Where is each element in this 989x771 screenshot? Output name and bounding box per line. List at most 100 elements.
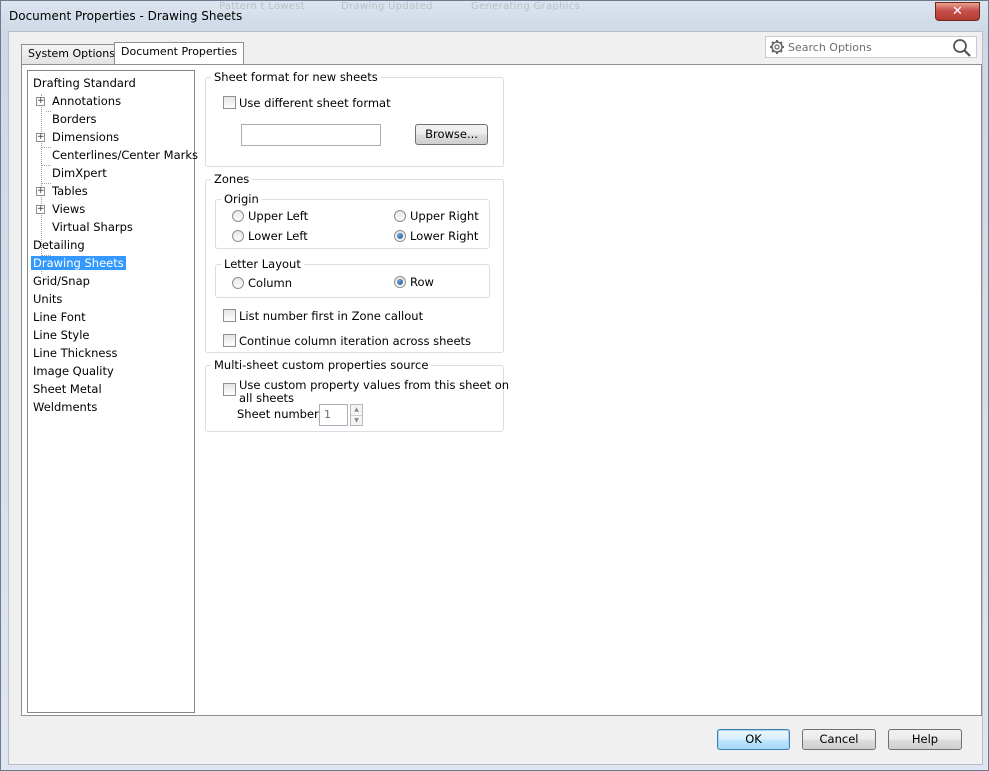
spin-down-icon[interactable]: ▼ [351, 415, 362, 425]
button-label: Cancel [819, 732, 859, 746]
tree-item-label: Grid/Snap [33, 274, 90, 288]
radio-label: Row [410, 275, 434, 289]
tree-connector [46, 111, 51, 112]
expand-icon[interactable]: + [36, 205, 45, 214]
tree-item-weldments[interactable]: Weldments [33, 399, 97, 415]
title-bar[interactable]: Document Properties - Drawing Sheets Pat… [1, 1, 988, 31]
column-radio[interactable] [232, 277, 244, 289]
search-input[interactable]: Search Options [765, 36, 977, 58]
background-text: Drawing Updated [341, 1, 433, 12]
cancel-button[interactable]: Cancel [802, 729, 876, 750]
browse-button[interactable]: Browse... [415, 124, 488, 145]
tree-item-image-quality[interactable]: Image Quality [33, 363, 114, 379]
tree-connector [41, 165, 51, 166]
expand-icon[interactable]: + [36, 97, 45, 106]
expand-icon[interactable]: + [36, 187, 45, 196]
help-button[interactable]: Help [888, 729, 962, 750]
checkbox-label: Use custom property values from this she… [239, 378, 510, 392]
tree-item-label: Views [52, 202, 86, 216]
zones-group: Zones Origin Upper Left Upper Right Lowe… [205, 172, 504, 353]
background-text: Pattern t Lowest [219, 1, 306, 12]
options-tree[interactable]: Drafting Standard + Annotations Borders … [27, 70, 198, 713]
tree-item-sheet-metal[interactable]: Sheet Metal [33, 381, 102, 397]
tree-item-label: Virtual Sharps [52, 220, 133, 234]
tree-item-detailing[interactable]: Detailing [33, 237, 85, 253]
tree-item-label: Line Style [33, 328, 90, 342]
tree-item-line-style[interactable]: Line Style [33, 327, 90, 343]
sheet-format-path-input[interactable] [241, 124, 381, 146]
upper-left-radio[interactable] [232, 210, 244, 222]
row-radio[interactable] [394, 276, 406, 288]
lower-right-radio[interactable] [394, 230, 406, 242]
tree-item-label: Units [33, 292, 63, 306]
tree-item-label: Borders [52, 112, 97, 126]
window-title: Document Properties - Drawing Sheets [9, 9, 243, 23]
radio-label: Column [248, 276, 293, 290]
checkbox-label: List number first in Zone callout [239, 309, 424, 323]
tree-item-drafting-standard[interactable]: Drafting Standard [33, 75, 136, 91]
checkbox-label: Use different sheet format [239, 96, 391, 110]
tree-item-centerlines[interactable]: Centerlines/Center Marks [52, 147, 198, 163]
tree-item-dimxpert[interactable]: DimXpert [52, 165, 107, 181]
tree-item-grid-snap[interactable]: Grid/Snap [33, 273, 90, 289]
button-label: Help [911, 732, 939, 746]
tree-item-label: Image Quality [33, 364, 114, 378]
tab-system-options[interactable]: System Options [21, 44, 122, 64]
dialog-client: System Options Document Properties Searc… [8, 31, 983, 765]
radio-label: Upper Left [248, 209, 309, 223]
dialog-window: Document Properties - Drawing Sheets Pat… [0, 0, 989, 771]
search-icon[interactable] [952, 38, 972, 58]
multi-sheet-group: Multi-sheet custom properties source Use… [205, 358, 509, 432]
tree-item-borders[interactable]: Borders [52, 111, 97, 127]
button-label: OK [745, 732, 762, 746]
tree-item-units[interactable]: Units [33, 291, 62, 307]
background-text: Generating Graphics [471, 1, 581, 12]
tab-content: Drafting Standard + Annotations Borders … [21, 64, 982, 716]
tree-item-annotations[interactable]: Annotations [52, 93, 121, 109]
checkbox-label: Continue column iteration across sheets [239, 334, 472, 348]
group-title: Origin [221, 192, 262, 206]
list-number-first-checkbox[interactable] [223, 309, 236, 322]
continue-column-checkbox[interactable] [223, 334, 236, 347]
sheet-format-group: Sheet format for new sheets Use differen… [205, 70, 504, 167]
button-label: Browse... [425, 127, 478, 141]
use-different-format-checkbox[interactable] [223, 96, 236, 109]
group-title: Multi-sheet custom properties source [211, 358, 432, 372]
group-title: Letter Layout [221, 257, 304, 271]
sheet-number-spinner[interactable]: ▲ ▼ [350, 404, 363, 426]
group-title: Zones [211, 172, 253, 186]
tree-item-tables[interactable]: Tables [52, 183, 88, 199]
tree-item-drawing-sheets[interactable]: Drawing Sheets [31, 255, 126, 271]
checkbox-label: all sheets [239, 391, 295, 405]
tree-item-label: Dimensions [52, 130, 120, 144]
radio-label: Upper Right [410, 209, 479, 223]
upper-right-radio[interactable] [394, 210, 406, 222]
close-button[interactable]: ✕ [935, 2, 980, 21]
tree-item-label: Drawing Sheets [31, 256, 126, 270]
letter-layout-group: Letter Layout Column Row [215, 257, 490, 298]
use-custom-property-checkbox[interactable] [223, 383, 236, 396]
tab-document-properties[interactable]: Document Properties [114, 42, 245, 64]
tree-item-label: Centerlines/Center Marks [52, 148, 199, 162]
tree-item-label: Drafting Standard [33, 76, 136, 90]
spin-up-icon[interactable]: ▲ [351, 405, 362, 415]
radio-label: Lower Left [248, 229, 308, 243]
tree-item-label: Weldments [33, 400, 98, 414]
lower-left-radio[interactable] [232, 230, 244, 242]
tree-item-label: DimXpert [52, 166, 107, 180]
search-placeholder: Search Options [788, 41, 872, 54]
sheet-number-input[interactable]: 1 [319, 404, 348, 426]
expand-icon[interactable]: + [36, 133, 45, 142]
tree-item-label: Annotations [52, 94, 122, 108]
tree-item-virtual-sharps[interactable]: Virtual Sharps [52, 219, 133, 235]
tree-item-label: Tables [52, 184, 88, 198]
tree-item-dimensions[interactable]: Dimensions [52, 129, 119, 145]
tree-item-label: Detailing [33, 238, 85, 252]
ok-button[interactable]: OK [717, 729, 790, 750]
tree-item-views[interactable]: Views [52, 201, 85, 217]
tree-item-line-thickness[interactable]: Line Thickness [33, 345, 117, 361]
tree-item-line-font[interactable]: Line Font [33, 309, 86, 325]
tree-connector [41, 147, 51, 148]
tree-item-label: Line Font [33, 310, 86, 324]
sheet-number-label: Sheet number: [237, 407, 323, 421]
